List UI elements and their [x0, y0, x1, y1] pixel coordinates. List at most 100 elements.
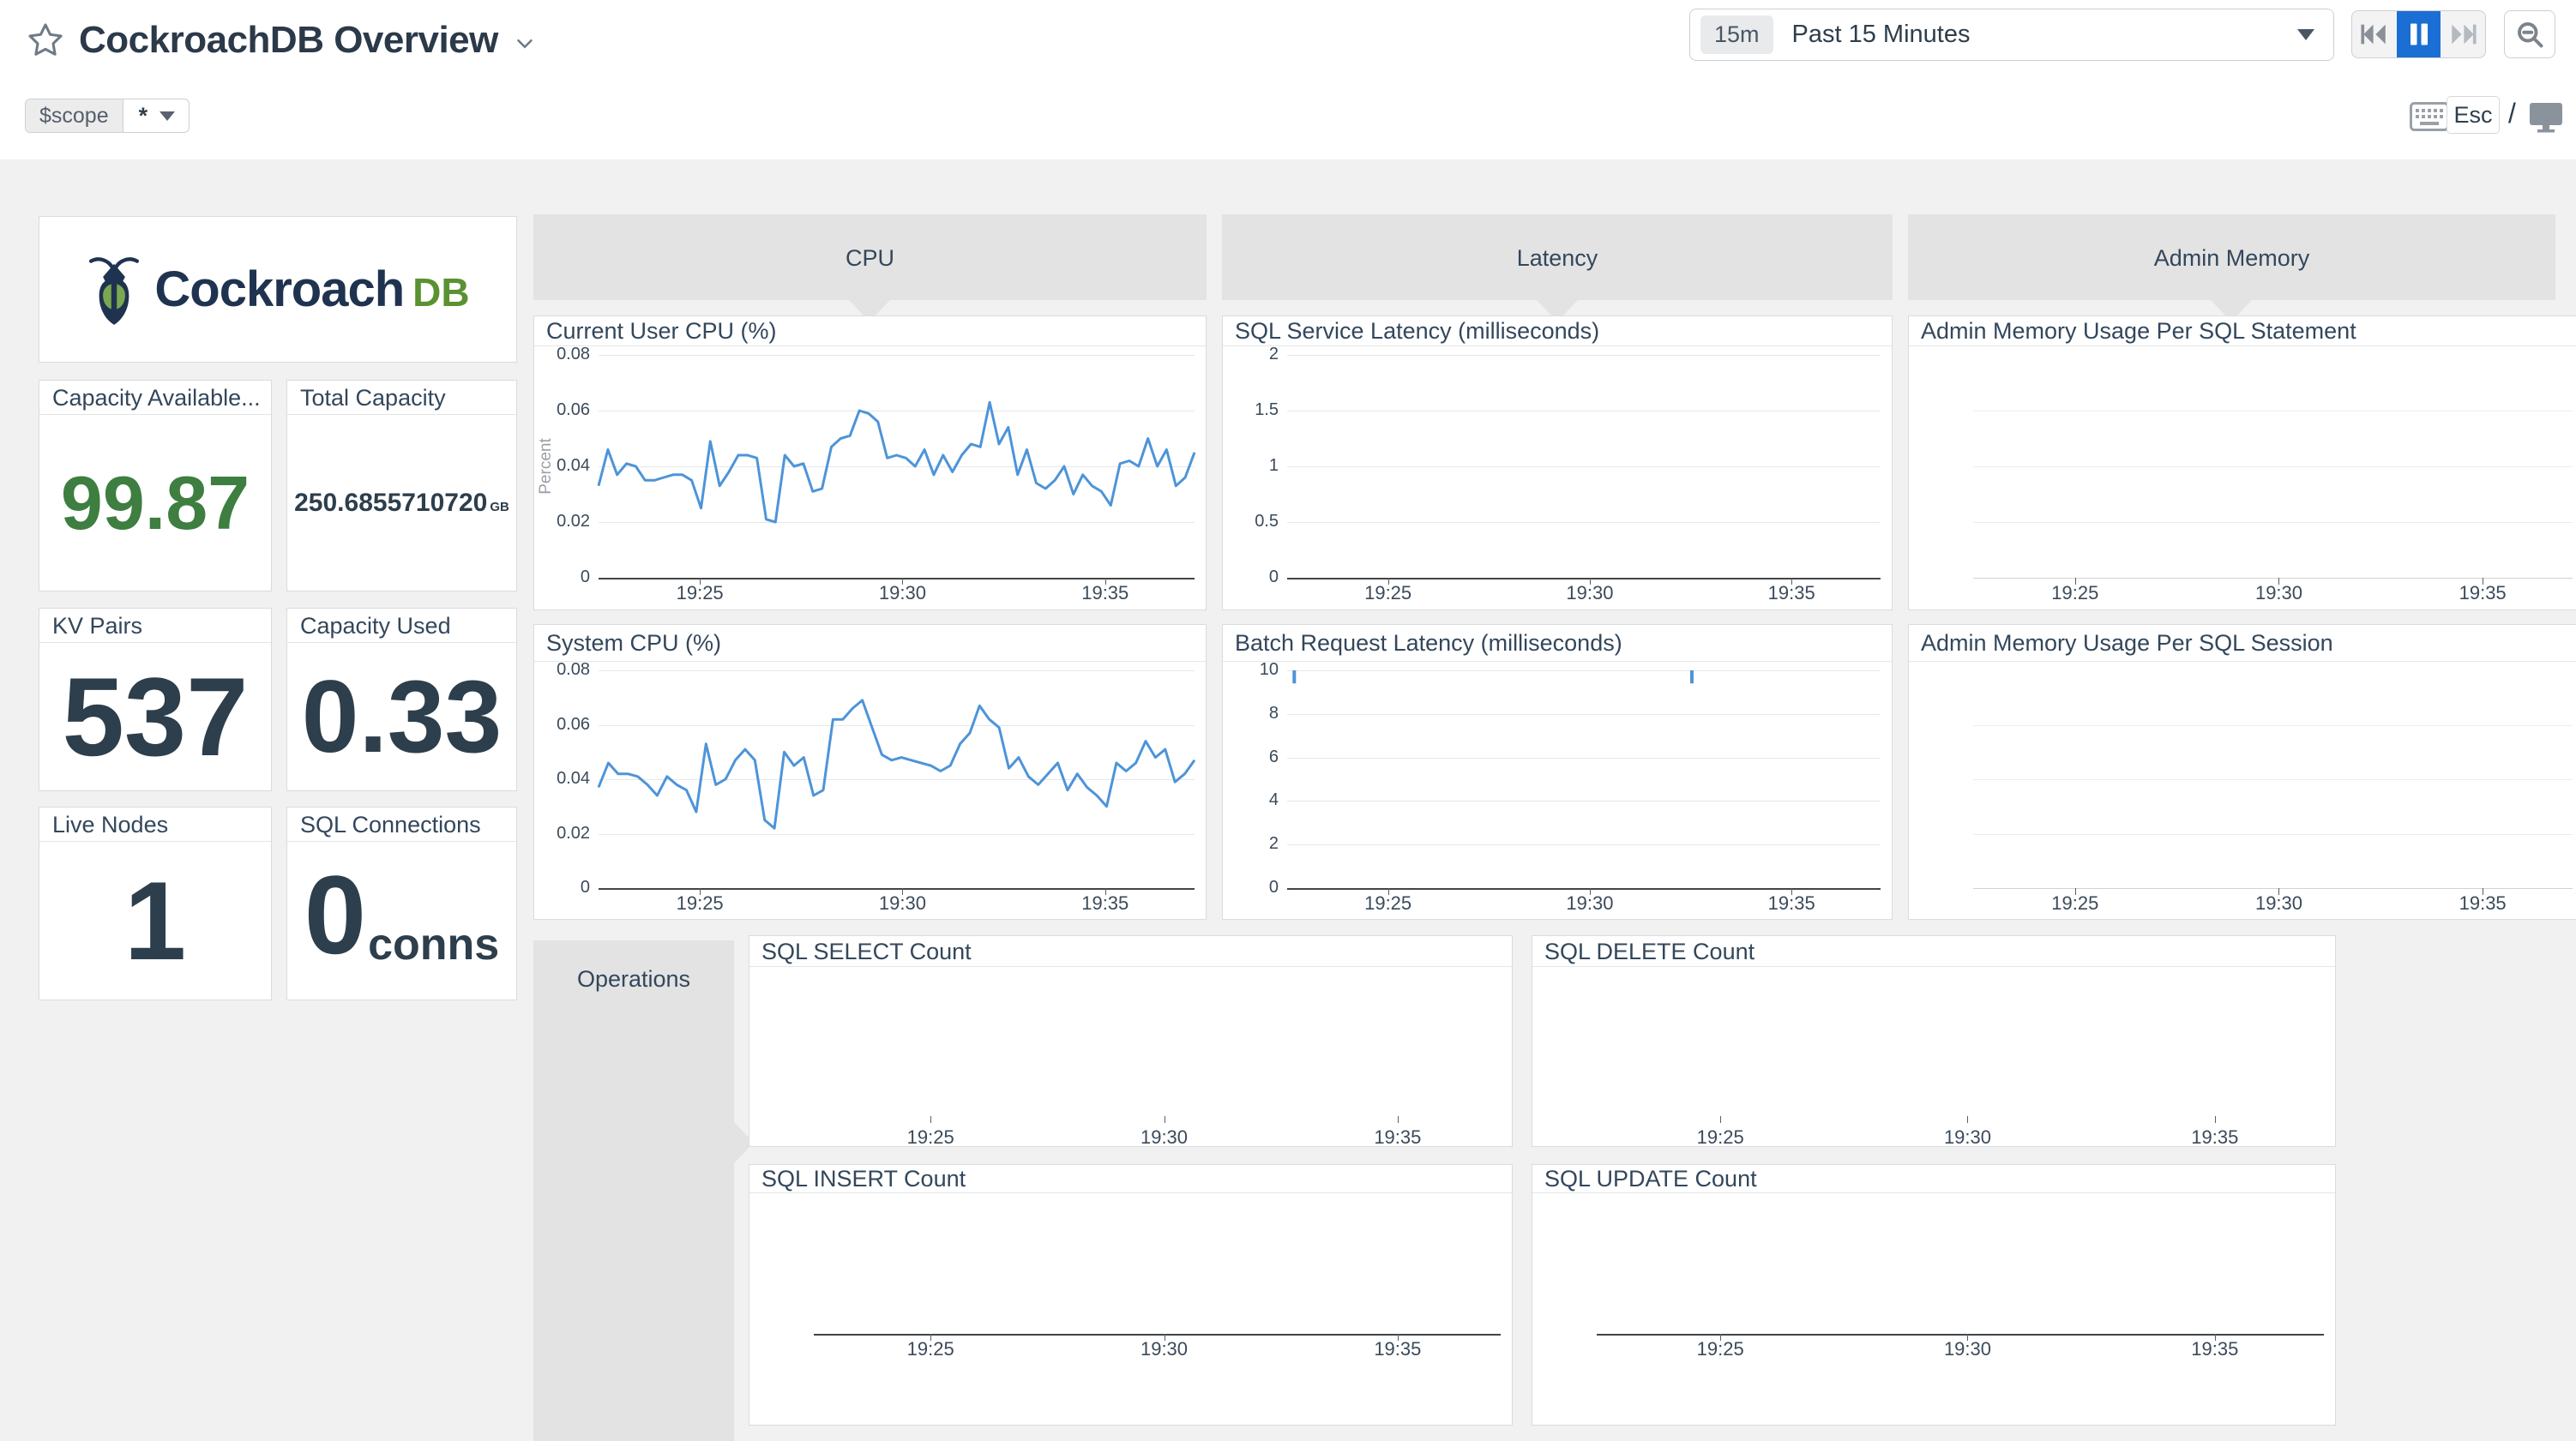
x-axis-label: 19:25	[1677, 1338, 1763, 1360]
y-axis-label: 0	[1227, 878, 1279, 898]
y-axis-label: 4	[1227, 790, 1279, 810]
y-axis-label: 0.08	[539, 345, 590, 364]
logo-brand-suffix: DB	[412, 269, 469, 315]
group-label: Latency	[1222, 245, 1893, 272]
esc-key-label: Esc	[2453, 102, 2492, 129]
x-axis-label: 19:25	[1677, 1126, 1763, 1149]
pause-button[interactable]	[2397, 11, 2441, 57]
x-axis-label: 19:30	[1122, 1126, 1207, 1149]
x-axis-label: 19:35	[1062, 892, 1148, 915]
stat-card-total-capacity: Total Capacity 250.6855710720 GB	[286, 380, 517, 591]
gridline	[1287, 466, 1881, 467]
keyboard-icon[interactable]	[2410, 102, 2449, 131]
chevron-down-icon[interactable]	[512, 31, 538, 57]
esc-key[interactable]: Esc	[2447, 96, 2500, 134]
chart-title: Current User CPU (%)	[534, 316, 1206, 346]
x-axis-label: 19:30	[1547, 582, 1633, 604]
y-axis-label: 0	[539, 567, 590, 587]
x-axis-label: 19:35	[1748, 892, 1834, 915]
y-axis-label: 1	[1227, 456, 1279, 476]
monitor-icon[interactable]	[2528, 101, 2564, 134]
stat-value: 0	[304, 859, 366, 970]
y-axis-label: 0.5	[1227, 512, 1279, 531]
y-axis-label: 10	[1227, 660, 1279, 680]
y-axis-label: 8	[1227, 704, 1279, 724]
stat-title: Total Capacity	[287, 381, 516, 415]
line-series	[599, 355, 1195, 581]
gridline	[1973, 779, 2573, 780]
x-axis-label: 19:35	[1355, 1126, 1441, 1149]
x-axis-label: 19:30	[1924, 1338, 2010, 1360]
y-axis-label: 6	[1227, 748, 1279, 767]
chart-title: SQL SELECT Count	[749, 936, 1512, 967]
chart-title: SQL Service Latency (milliseconds)	[1223, 316, 1892, 346]
stat-title: SQL Connections	[287, 808, 516, 842]
topbar: CockroachDB Overview 15m Past 15 Minutes	[0, 0, 2576, 159]
x-axis-label: 19:30	[2236, 892, 2321, 915]
chart-title: SQL DELETE Count	[1532, 936, 2335, 967]
chart-title: SQL UPDATE Count	[1532, 1165, 2335, 1193]
scope-filter[interactable]: $scope *	[25, 99, 190, 133]
y-axis-label: 0.06	[539, 715, 590, 735]
x-axis-label: 19:35	[2172, 1126, 2258, 1149]
x-axis-label: 19:25	[1345, 582, 1431, 604]
group-label: CPU	[533, 245, 1207, 272]
star-icon[interactable]	[26, 21, 65, 60]
y-axis-label: 0.02	[539, 824, 590, 844]
chart-current-user-cpu[interactable]: Current User CPU (%)0.080.060.040.02019:…	[533, 315, 1207, 610]
x-axis-label: 19:30	[859, 892, 945, 915]
scope-filter-value: *	[123, 99, 160, 132]
stat-title: Capacity Available...	[39, 381, 271, 415]
stat-title: KV Pairs	[39, 609, 271, 643]
chart-sql-update-count[interactable]: SQL UPDATE Count 19:25 19:30 19:35	[1532, 1164, 2336, 1426]
playback-controls	[2351, 10, 2486, 58]
x-axis-label: 19:30	[1924, 1126, 2010, 1149]
x-axis-label: 19:35	[2440, 892, 2525, 915]
stat-value: 537	[63, 661, 249, 772]
chart-batch-request-latency[interactable]: Batch Request Latency (milliseconds)10 8 6…	[1222, 624, 1893, 920]
stat-card-capacity-used: Capacity Used 0.33	[286, 608, 517, 791]
stat-value: 1	[124, 865, 186, 976]
chart-title: Batch Request Latency (milliseconds)	[1223, 625, 1892, 662]
time-range-label: Past 15 Minutes	[1792, 21, 1971, 49]
pause-icon	[2408, 21, 2430, 47]
chart-sql-insert-count[interactable]: SQL INSERT Count19:2519:3019:35	[749, 1164, 1513, 1426]
zoom-out-icon	[2514, 19, 2545, 50]
zoom-out-button[interactable]	[2504, 10, 2555, 58]
x-axis-label: 19:30	[859, 582, 945, 604]
chart-admin-memory-per-sql-statement[interactable]: Admin Memory Usage Per SQL Statement19:2…	[1908, 315, 2576, 610]
group-label: Admin Memory	[1908, 245, 2555, 272]
chart-sql-service-latency[interactable]: SQL Service Latency (milliseconds)21.510…	[1222, 315, 1893, 610]
chart-admin-memory-per-sql-session[interactable]: Admin Memory Usage Per SQL Session19:251…	[1908, 624, 2576, 920]
gridline	[1287, 522, 1881, 523]
chart-sql-delete-count[interactable]: SQL DELETE Count 19:25 19:30 19:35	[1532, 935, 2336, 1147]
chart-title: Admin Memory Usage Per SQL Session	[1909, 625, 2576, 662]
x-axis-label: 19:35	[2172, 1338, 2258, 1360]
group-header-operations: Operations	[533, 940, 734, 1441]
y-axis-title: Percent	[537, 415, 554, 518]
stat-title: Live Nodes	[39, 808, 271, 842]
y-axis-label: 2	[1227, 345, 1279, 364]
chart-system-cpu[interactable]: System CPU (%)0.080.060.040.02019:2519:3…	[533, 624, 1207, 920]
x-tick	[930, 1116, 931, 1123]
stat-value: 0.33	[302, 665, 503, 768]
gridline	[1973, 834, 2573, 835]
chart-sql-select-count[interactable]: SQL SELECT Count19:2519:3019:35	[749, 935, 1513, 1147]
scope-filter-caret-icon	[159, 111, 175, 121]
gridline	[1973, 466, 2573, 467]
stat-title: Capacity Used	[287, 609, 516, 643]
group-header-cpu: CPU	[533, 214, 1207, 300]
fast-forward-button[interactable]	[2441, 11, 2485, 57]
x-tick	[1967, 1116, 1968, 1123]
line-series	[1287, 670, 1881, 892]
logo-brand-text: Cockroach	[154, 261, 404, 318]
x-axis-label: 19:25	[2032, 582, 2118, 604]
chart-title: System CPU (%)	[534, 625, 1206, 662]
rewind-button[interactable]	[2352, 11, 2397, 57]
time-range-picker[interactable]: 15m Past 15 Minutes	[1689, 9, 2334, 61]
stat-card-capacity-available: Capacity Available... 99.87	[39, 380, 272, 591]
stat-card-sql-connections: SQL Connections 0 conns	[286, 807, 517, 1000]
stat-unit: conns	[368, 919, 499, 970]
x-tick	[1720, 1116, 1721, 1123]
time-range-badge: 15m	[1700, 15, 1773, 54]
